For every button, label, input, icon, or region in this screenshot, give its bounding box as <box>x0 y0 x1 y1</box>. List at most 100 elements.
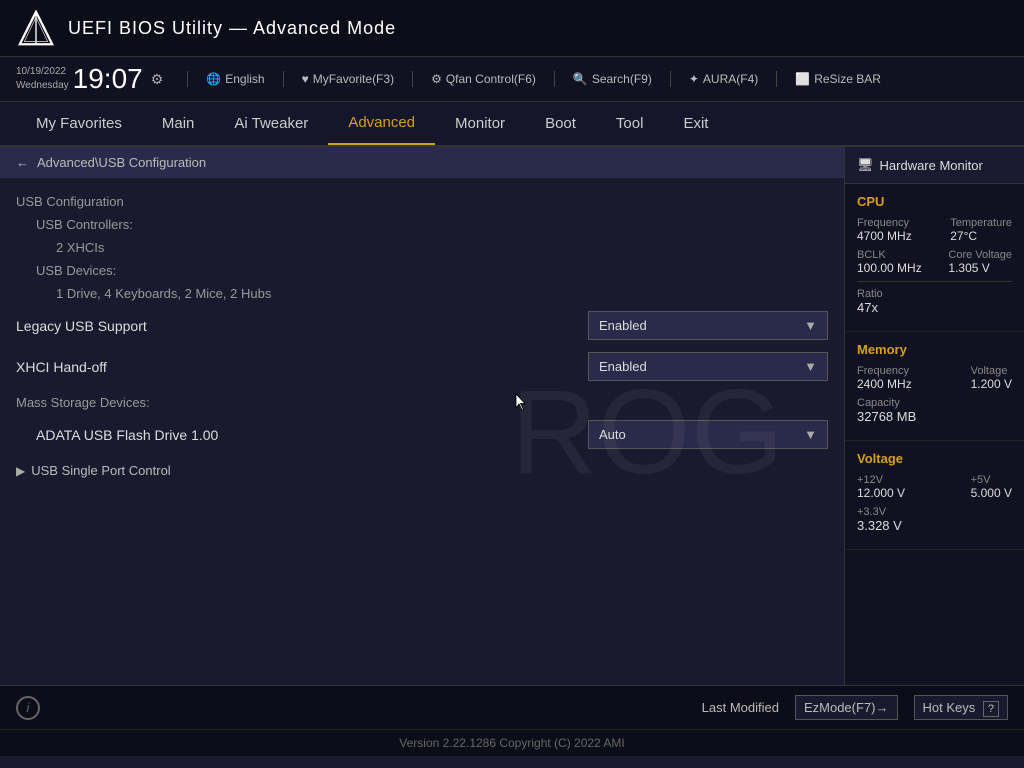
topbar-divider-4 <box>554 71 555 87</box>
nav-item-main[interactable]: Main <box>142 103 215 144</box>
hw-memory-title: Memory <box>857 342 1012 357</box>
last-modified-label: Last Modified <box>702 700 779 715</box>
hw-voltage-title: Voltage <box>857 451 1012 466</box>
nav-item-myfavorites[interactable]: My Favorites <box>16 103 142 144</box>
legacy-usb-row: Legacy USB Support Enabled ▼ <box>16 305 828 346</box>
hw-cpu-corevolt-label: Core Voltage <box>948 249 1012 261</box>
hw-cpu-freq-label: Frequency <box>857 217 912 229</box>
usb-single-port-section[interactable]: ▶ USB Single Port Control <box>16 455 828 482</box>
hw-cpu-title: CPU <box>857 194 1012 209</box>
back-arrow-icon[interactable]: ← <box>16 155 29 170</box>
topbar: 10/19/2022 Wednesday 19:07 ⚙ 🌐 English ♥… <box>0 57 1024 102</box>
adata-usb-row: ADATA USB Flash Drive 1.00 Auto ▼ <box>16 414 828 455</box>
xhci-handoff-dropdown-arrow-icon: ▼ <box>804 359 817 374</box>
topbar-divider-2 <box>283 71 284 87</box>
hw-12v-label: +12V <box>857 474 905 486</box>
hw-cpu-bclk-row: BCLK 100.00 MHz Core Voltage 1.305 V <box>857 249 1012 275</box>
usb-controllers-label: USB Controllers: <box>16 213 828 236</box>
adata-usb-dropdown[interactable]: Auto ▼ <box>588 420 828 449</box>
nav-item-aitweaker[interactable]: Ai Tweaker <box>214 103 328 144</box>
adata-usb-value: Auto <box>599 427 626 442</box>
topbar-time: 19:07 <box>73 63 143 95</box>
app-title: UEFI BIOS Utility — Advanced Mode <box>68 18 1008 39</box>
aura-icon: ✦ <box>689 72 699 86</box>
hw-5v-value: 5.000 V <box>971 486 1012 500</box>
legacy-usb-value: Enabled <box>599 318 647 333</box>
hw-cpu-section: CPU Frequency 4700 MHz Temperature 27°C … <box>845 184 1024 332</box>
hw-cpu-bclk-label: BCLK <box>857 249 922 261</box>
right-panel: 🖥 Hardware Monitor CPU Frequency 4700 MH… <box>844 147 1024 685</box>
nav-item-advanced[interactable]: Advanced <box>328 102 435 145</box>
monitor-icon: 🖥 <box>857 157 874 173</box>
hw-volt-12v-row: +12V 12.000 V +5V 5.000 V <box>857 474 1012 500</box>
hw-mem-volt-label: Voltage <box>971 365 1012 377</box>
hw-12v-value: 12.000 V <box>857 486 905 500</box>
topbar-date: 10/19/2022 Wednesday <box>16 65 69 93</box>
hw-cpu-ratio-row: Ratio 47x <box>857 288 1012 315</box>
version-bar: Version 2.22.1286 Copyright (C) 2022 AMI <box>0 729 1024 756</box>
legacy-usb-dropdown[interactable]: Enabled ▼ <box>588 311 828 340</box>
hw-mem-volt-value: 1.200 V <box>971 377 1012 391</box>
mass-storage-label: Mass Storage Devices: <box>16 387 828 414</box>
globe-icon: 🌐 <box>206 72 221 86</box>
hot-keys-button[interactable]: Hot Keys ? <box>914 695 1009 720</box>
hw-5v-label: +5V <box>971 474 1012 486</box>
hw-33v-row: +3.3V 3.328 V <box>857 506 1012 533</box>
usb-controllers-value: 2 XHCIs <box>16 236 828 259</box>
breadcrumb[interactable]: ← Advanced\USB Configuration <box>0 147 844 178</box>
usb-devices-value: 1 Drive, 4 Keyboards, 2 Mice, 2 Hubs <box>16 282 828 305</box>
xhci-handoff-label: XHCI Hand-off <box>16 359 588 375</box>
fan-icon: ⚙ <box>431 72 442 86</box>
topbar-qfan[interactable]: ⚙ Qfan Control(F6) <box>425 70 542 88</box>
hw-cpu-freq-row: Frequency 4700 MHz Temperature 27°C <box>857 217 1012 243</box>
main-layout: ← Advanced\USB Configuration ROG USB Con… <box>0 147 1024 685</box>
topbar-search[interactable]: 🔍 Search(F9) <box>567 70 658 88</box>
hw-monitor-title: 🖥 Hardware Monitor <box>845 147 1024 184</box>
nav-item-tool[interactable]: Tool <box>596 103 664 144</box>
adata-usb-label: ADATA USB Flash Drive 1.00 <box>16 427 588 443</box>
nav-menu: My Favorites Main Ai Tweaker Advanced Mo… <box>0 102 1024 147</box>
hw-mem-freq-label: Frequency <box>857 365 912 377</box>
hw-cpu-corevolt-value: 1.305 V <box>948 261 1012 275</box>
xhci-handoff-dropdown[interactable]: Enabled ▼ <box>588 352 828 381</box>
hw-mem-cap-label: Capacity <box>857 397 1012 409</box>
hw-cpu-temp-label: Temperature <box>950 217 1012 229</box>
settings-gear-icon[interactable]: ⚙ <box>151 71 164 88</box>
hw-memory-section: Memory Frequency 2400 MHz Voltage 1.200 … <box>845 332 1024 441</box>
usb-devices-label: USB Devices: <box>16 259 828 282</box>
topbar-divider-3 <box>412 71 413 87</box>
topbar-divider-5 <box>670 71 671 87</box>
breadcrumb-path: Advanced\USB Configuration <box>37 155 206 170</box>
hw-cpu-ratio-value: 47x <box>857 300 1012 315</box>
topbar-aura[interactable]: ✦ AURA(F4) <box>683 70 764 88</box>
hw-cpu-divider <box>857 281 1012 282</box>
expand-arrow-icon: ▶ <box>16 464 25 478</box>
hw-memory-cap-row: Capacity 32768 MB <box>857 397 1012 424</box>
hw-33v-value: 3.328 V <box>857 518 1012 533</box>
hw-cpu-temp-value: 27°C <box>950 229 1012 243</box>
topbar-language[interactable]: 🌐 English <box>200 70 270 88</box>
search-icon: 🔍 <box>573 72 588 86</box>
usb-single-port-label: USB Single Port Control <box>31 463 170 478</box>
footer: i Last Modified EzMode(F7)→ Hot Keys ? <box>0 685 1024 729</box>
hw-cpu-freq-value: 4700 MHz <box>857 229 912 243</box>
resize-icon: ⬜ <box>795 72 810 86</box>
footer-info: i <box>16 696 40 720</box>
nav-item-boot[interactable]: Boot <box>525 103 596 144</box>
topbar-resizebar[interactable]: ⬜ ReSize BAR <box>789 70 887 88</box>
content-body: ROG USB Configuration USB Controllers: 2… <box>0 178 844 685</box>
logo <box>16 8 56 48</box>
content-area: ← Advanced\USB Configuration ROG USB Con… <box>0 147 844 685</box>
usb-config-label: USB Configuration <box>16 190 828 213</box>
ez-mode-button[interactable]: EzMode(F7)→ <box>795 695 898 720</box>
topbar-myfavorite[interactable]: ♥ MyFavorite(F3) <box>296 70 400 88</box>
xhci-handoff-value: Enabled <box>599 359 647 374</box>
xhci-handoff-row: XHCI Hand-off Enabled ▼ <box>16 346 828 387</box>
info-icon: i <box>16 696 40 720</box>
topbar-divider-1 <box>187 71 188 87</box>
nav-item-monitor[interactable]: Monitor <box>435 103 525 144</box>
topbar-divider-6 <box>776 71 777 87</box>
hw-memory-freq-row: Frequency 2400 MHz Voltage 1.200 V <box>857 365 1012 391</box>
hw-cpu-ratio-label: Ratio <box>857 288 1012 300</box>
nav-item-exit[interactable]: Exit <box>663 103 728 144</box>
